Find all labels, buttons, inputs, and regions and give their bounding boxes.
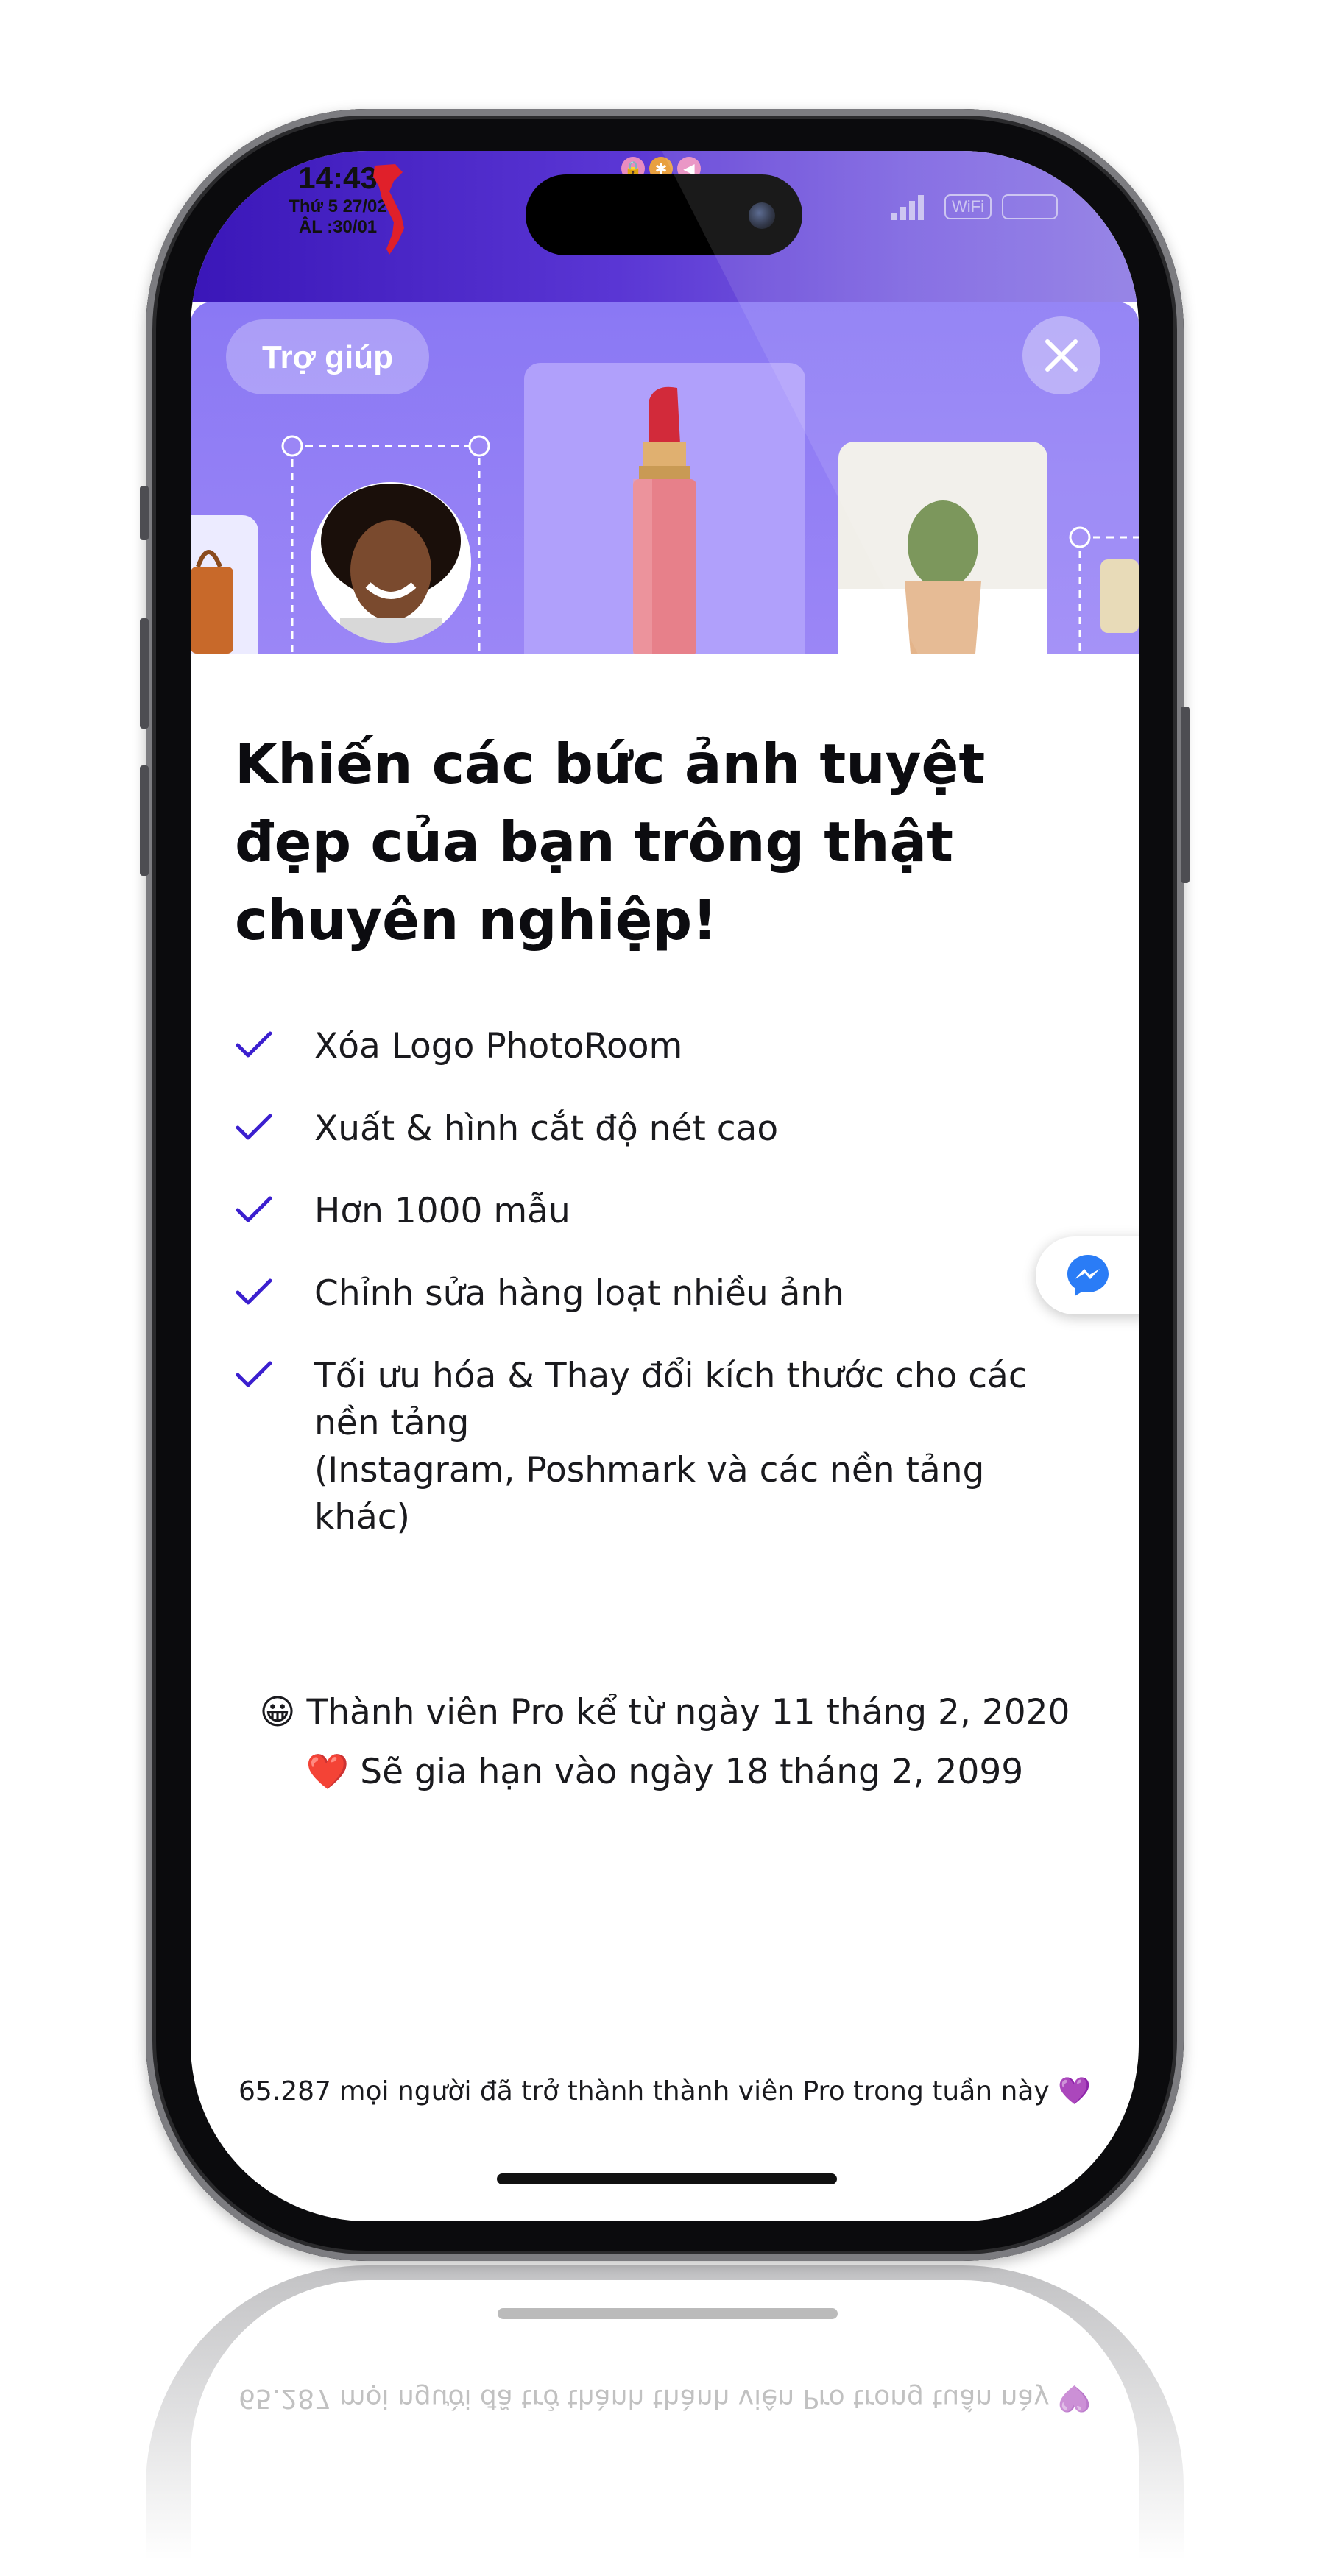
reflection-footer: 65.287 mọi người đã trở thành thành viên… [238, 2383, 1091, 2413]
feature-label: Chỉnh sửa hàng loạt nhiều ảnh [314, 1273, 844, 1314]
messenger-chat-button[interactable] [1036, 1236, 1139, 1314]
portrait-image [311, 482, 471, 643]
feature-item: Tối ưu hóa & Thay đổi kích thước cho các… [235, 1353, 1089, 1541]
side-button-left-mid [140, 618, 149, 729]
feature-label: Tối ưu hóa & Thay đổi kích thước cho các… [314, 1356, 1028, 1443]
member-since-text: 😀 Thành viên Pro kể từ ngày 11 tháng 2, … [259, 1692, 1070, 1733]
feature-list: Xóa Logo PhotoRoom Xuất & hình cắt độ né… [235, 1023, 1089, 1577]
reflection-home-indicator [498, 2308, 838, 2319]
help-button[interactable]: Trợ giúp [226, 319, 429, 394]
messenger-icon [1067, 1255, 1109, 1296]
feature-label: Xóa Logo PhotoRoom [314, 1026, 683, 1066]
check-icon [236, 1196, 272, 1222]
side-button-right [1181, 707, 1190, 883]
phone-reflection: 65.287 mọi người đã trở thành thành viên… [146, 2265, 1184, 2576]
feature-item: Hơn 1000 mẫu [235, 1188, 1089, 1235]
check-icon [236, 1361, 272, 1387]
side-button-left-top [140, 486, 149, 540]
lipstick-tile [524, 363, 805, 654]
check-icon [236, 1114, 272, 1140]
feature-item: Chỉnh sửa hàng loạt nhiều ảnh [235, 1270, 1089, 1317]
vietnam-map-icon [373, 164, 404, 255]
feature-item: Xuất & hình cắt độ nét cao [235, 1105, 1089, 1153]
screen: 14:43 Thứ 5 27/02 ÂL :30/01 🔒 ✱ ◀ WiFi T… [191, 151, 1139, 2221]
handbag-icon [191, 550, 233, 654]
reflection-screen [191, 2280, 1139, 2576]
home-indicator[interactable] [497, 2173, 837, 2184]
feature-label: Xuất & hình cắt độ nét cao [314, 1108, 779, 1149]
feature-sublabel: (Instagram, Poshmark và các nền tảng khá… [314, 1450, 985, 1538]
pro-members-footer: 65.287 mọi người đã trở thành thành viên… [238, 2076, 1091, 2106]
lipstick-icon [633, 386, 696, 654]
page-title: Khiến các bức ảnh tuyệt đẹp của bạn trôn… [235, 732, 986, 952]
feature-item: Xóa Logo PhotoRoom [235, 1023, 1089, 1070]
renewal-text: ❤️ Sẽ gia hạn vào ngày 18 tháng 2, 2099 [305, 1752, 1024, 1792]
check-icon [236, 1031, 272, 1058]
feature-label: Hơn 1000 mẫu [314, 1191, 570, 1231]
side-button-left-low [140, 765, 149, 876]
handbag-tile [191, 515, 258, 654]
check-icon [236, 1278, 272, 1305]
